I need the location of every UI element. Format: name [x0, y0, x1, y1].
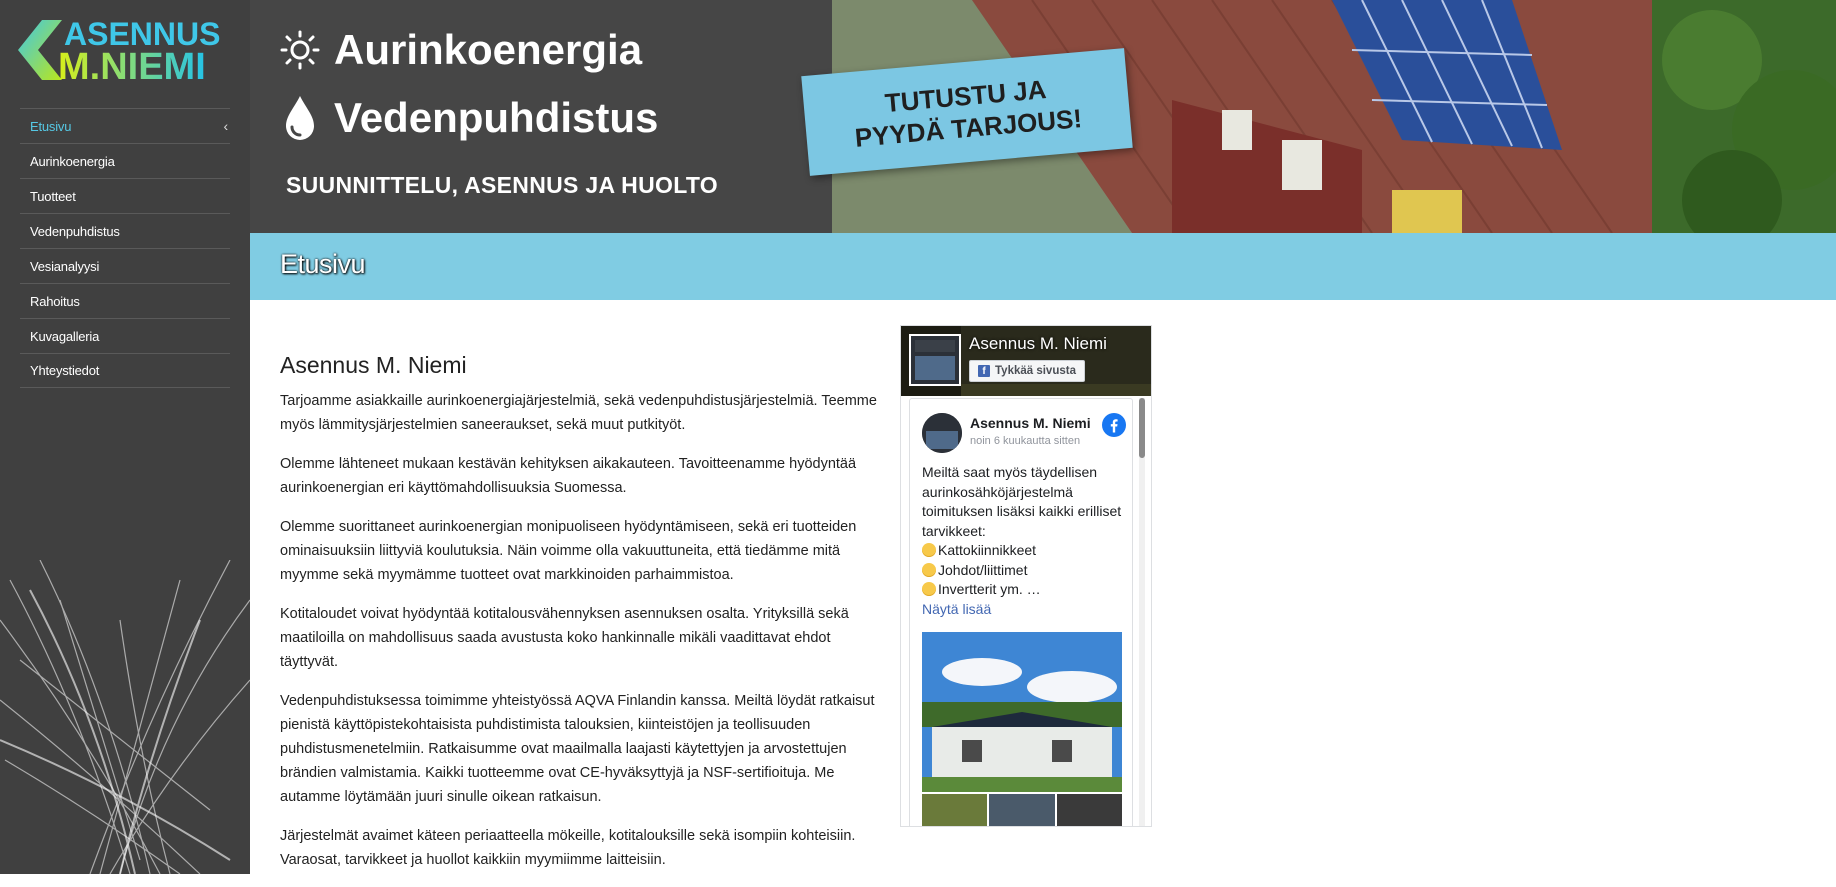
nav-item-etusivu[interactable]: Etusivu ‹	[20, 108, 230, 143]
water-drop-icon	[286, 96, 314, 140]
facebook-cover[interactable]: Asennus M. Niemi f Tykkää sivusta	[901, 326, 1151, 396]
nav-item-label: Vesianalyysi	[30, 258, 100, 274]
post-body: Meiltä saat myös täydellisen aurinkosähk…	[922, 464, 1122, 539]
nav-item-kuvagalleria[interactable]: Kuvagalleria	[20, 318, 230, 353]
nav-item-label: Vedenpuhdistus	[30, 223, 120, 239]
banner-title-solar: Aurinkoenergia	[334, 26, 643, 73]
nav-item-label: Yhteystiedot	[30, 363, 100, 378]
see-more-link[interactable]: Näytä lisää	[922, 601, 991, 617]
facebook-post: Asennus M. Niemi noin 6 kuukautta sitten…	[909, 398, 1133, 826]
nav-item-label: Kuvagalleria	[30, 328, 100, 344]
content-paragraph: Tarjoamme asiakkaille aurinkoenergiajärj…	[280, 393, 877, 433]
content-paragraph: Olemme lähteneet mukaan kestävän kehityk…	[280, 456, 857, 496]
facebook-page-widget[interactable]: Asennus M. Niemi f Tykkää sivusta Asennu…	[900, 325, 1152, 827]
smiley-emoji-icon	[922, 562, 936, 577]
chevron-left-icon: ‹	[223, 118, 229, 134]
post-list-item: Johdot/liittimet	[938, 561, 1028, 578]
scrollbar-thumb[interactable]	[1139, 398, 1145, 458]
main-content: Asennus M. Niemi Tarjoamme asiakkaille a…	[280, 352, 880, 887]
grass-background-image	[0, 560, 250, 874]
post-text: Meiltä saat myös täydellisen aurinkosähk…	[922, 463, 1122, 619]
banner-line-solar: Aurinkoenergia	[280, 26, 642, 74]
page-title-bar: Etusivu	[250, 233, 1836, 300]
post-thumbnail[interactable]	[1056, 794, 1122, 826]
post-list-item: Invertterit ym. …	[938, 581, 1041, 597]
sun-icon	[280, 30, 320, 70]
nav-item-tuotteet[interactable]: Tuotteet	[20, 178, 230, 213]
post-author-avatar[interactable]	[922, 413, 962, 453]
banner-title-water: Vedenpuhdistus	[334, 94, 659, 141]
header-banner[interactable]: Aurinkoenergia Vedenpuhdistus SUUNNITTEL…	[250, 0, 1836, 233]
content-paragraph: Järjestelmät avaimet käteen periaatteell…	[280, 828, 856, 868]
post-timestamp[interactable]: noin 6 kuukautta sitten	[970, 435, 1080, 447]
nav-item-rahoitus[interactable]: Rahoitus	[20, 283, 230, 318]
nav-item-yhteystiedot[interactable]: Yhteystiedot	[20, 353, 230, 388]
smiley-emoji-icon	[922, 582, 936, 596]
nav-item-vedenpuhdistus[interactable]: Vedenpuhdistus	[20, 213, 230, 248]
post-photo-house[interactable]	[922, 632, 1122, 792]
main-navigation: Etusivu ‹ Aurinkoenergia Tuotteet Vedenp…	[20, 108, 230, 388]
content-heading: Asennus M. Niemi	[280, 352, 467, 378]
banner-subtitle: SUUNNITTELU, ASENNUS JA HUOLTO	[286, 172, 718, 198]
facebook-page-name[interactable]: Asennus M. Niemi	[969, 334, 1107, 354]
nav-item-label: Etusivu	[30, 118, 72, 134]
post-thumbnail[interactable]	[922, 794, 988, 826]
banner-line-water: Vedenpuhdistus	[280, 94, 658, 142]
nav-item-vesianalyysi[interactable]: Vesianalyysi	[20, 248, 230, 283]
facebook-like-page-button[interactable]: f Tykkää sivusta	[969, 360, 1085, 382]
nav-item-label: Rahoitus	[30, 293, 80, 309]
nav-item-label: Aurinkoenergia	[30, 153, 115, 169]
content-paragraph: Olemme suorittaneet aurinkoenergian moni…	[280, 519, 857, 583]
content-paragraph: Kotitaloudet voivat hyödyntää kotitalous…	[280, 606, 849, 670]
nav-item-label: Tuotteet	[30, 188, 76, 204]
banner-text-panel: Aurinkoenergia Vedenpuhdistus SUUNNITTEL…	[250, 0, 832, 233]
post-photo-thumbnails	[922, 794, 1122, 826]
facebook-icon: f	[978, 365, 990, 377]
logo-text-bottom: M.NIEMI	[58, 46, 206, 88]
content-paragraph: Vedenpuhdistuksessa toimimme yhteistyöss…	[280, 693, 875, 805]
post-author-name[interactable]: Asennus M. Niemi	[970, 415, 1091, 431]
page-title: Etusivu	[280, 249, 366, 279]
logo[interactable]: ASENNUS M.NIEMI	[18, 16, 232, 88]
post-thumbnail[interactable]	[989, 794, 1055, 826]
smiley-emoji-icon	[922, 543, 936, 557]
like-button-label: Tykkää sivusta	[995, 365, 1076, 377]
nav-item-aurinkoenergia[interactable]: Aurinkoenergia	[20, 143, 230, 178]
facebook-page-thumbnail[interactable]	[909, 334, 961, 386]
facebook-widget-scrollbar[interactable]	[1139, 398, 1145, 826]
sidebar: ASENNUS M.NIEMI Etusivu ‹ Aurinkoenergia…	[0, 0, 250, 874]
facebook-logo-icon[interactable]	[1102, 413, 1126, 437]
post-list-item: Kattokiinnikkeet	[938, 542, 1037, 558]
